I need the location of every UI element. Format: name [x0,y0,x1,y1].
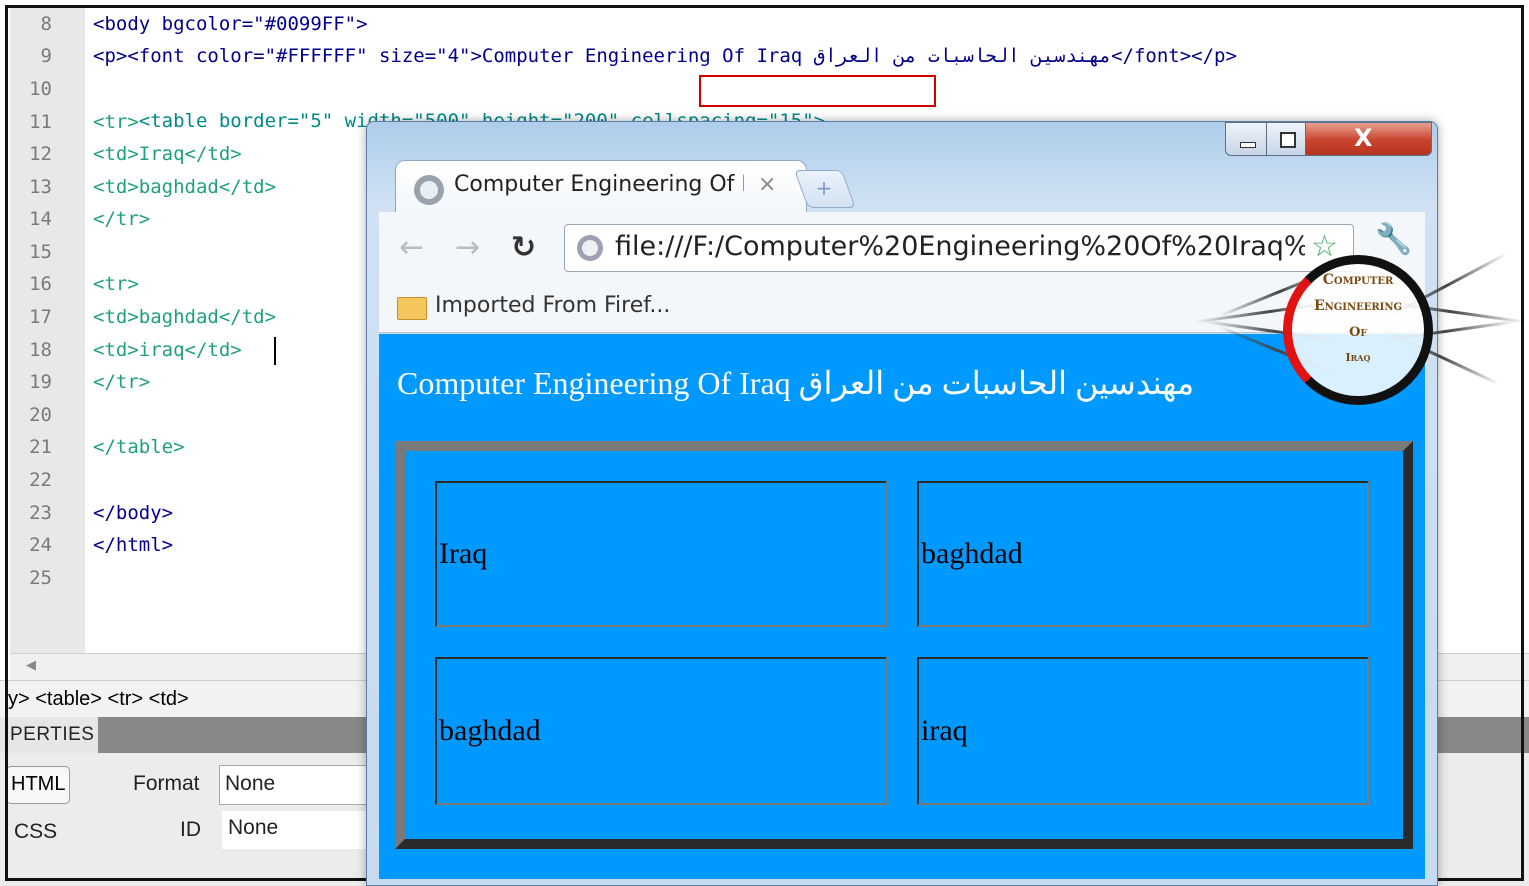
line-number: 20 [29,404,52,426]
table-cell: Iraq [435,481,887,627]
code-line[interactable]: <td>baghdad</td> [93,171,276,203]
reload-icon[interactable]: ↻ [511,230,536,265]
id-label: ID [180,818,201,841]
line-number: 13 [29,176,52,198]
computer-engineering-logo: Computer Engineering Of Iraq [1195,225,1525,405]
line-number: 22 [29,469,52,491]
browser-tab[interactable]: Computer Engineering Of Ir × [395,160,807,214]
code-line[interactable]: <td>Iraq</td> [93,138,242,170]
window-controls: X [1225,122,1433,158]
code-line[interactable]: </tr> [93,203,150,235]
line-number: 15 [29,241,52,263]
close-window-button[interactable]: X [1305,122,1432,156]
globe-icon [414,175,444,205]
folder-icon [397,297,427,320]
logo-text: Of [1349,325,1367,340]
code-line[interactable]: <tr> [93,268,139,300]
bookmark-folder-label[interactable]: Imported From Firef... [435,293,670,318]
close-icon: X [1354,124,1373,152]
code-line[interactable]: </tr> [93,366,150,398]
properties-tab-label: PERTIES [10,724,95,745]
cell-text: baghdad [921,537,1023,570]
page-heading: Computer Engineering Of Iraq مهندسين الح… [397,365,1195,401]
code-line[interactable]: <td>iraq</td> [93,334,242,366]
cell-text: Iraq [439,537,488,570]
scroll-left-icon[interactable]: ◀ [26,658,36,673]
forward-arrow-icon[interactable]: → [455,230,480,265]
code-line[interactable]: <tr> [93,106,139,138]
cell-text: baghdad [439,714,541,747]
line-number: 21 [29,436,52,458]
line-number: 25 [29,567,52,589]
table-cell: iraq [917,657,1369,805]
code-line[interactable]: <td>baghdad</td> [93,301,276,333]
id-select[interactable]: None [222,811,382,849]
line-number: 17 [29,306,52,328]
table-cell: baghdad [435,657,887,805]
page-info-globe-icon [577,235,603,261]
code-line[interactable]: <p><font color="#FFFFFF" size="4">Comput… [93,40,1237,72]
code-line[interactable]: </html> [93,529,173,561]
properties-tab[interactable]: PERTIES [0,717,98,753]
tab-close-icon[interactable]: × [758,172,776,197]
table-cell: baghdad [917,481,1369,627]
highlight-box [699,75,936,107]
line-number: 14 [29,208,52,230]
format-select[interactable]: None [219,765,379,805]
css-button[interactable]: CSS [14,820,57,844]
line-number: 16 [29,273,52,295]
demo-table: Iraq baghdad baghdad iraq [395,441,1413,849]
minimize-button[interactable] [1225,122,1267,156]
line-number: 18 [29,339,52,361]
line-number: 11 [29,111,52,133]
line-number: 24 [29,534,52,556]
line-number: 9 [40,45,52,67]
logo-text: Iraq [1345,351,1371,364]
line-number: 10 [29,78,52,100]
line-number: 12 [29,143,52,165]
logo-text: Computer [1322,272,1394,288]
maximize-icon [1280,132,1296,148]
logo-text: Engineering [1313,298,1403,314]
page-viewport: Computer Engineering Of Iraq مهندسين الح… [379,334,1425,879]
line-number: 19 [29,371,52,393]
back-arrow-icon[interactable]: ← [399,230,424,265]
text-cursor [274,337,276,365]
minimize-icon [1240,142,1256,148]
cell-text: iraq [921,714,968,747]
maximize-button[interactable] [1266,122,1306,156]
code-line[interactable]: </body> [93,497,173,529]
line-number: 23 [29,502,52,524]
html-button[interactable]: HTML [6,766,70,804]
code-line[interactable]: <body bgcolor="#0099FF"> [93,8,368,40]
tag-path[interactable]: y> <table> <tr> <td> [8,688,189,711]
line-number: 8 [40,13,52,35]
tab-title: Computer Engineering Of Ir [454,172,744,197]
code-line[interactable]: </table> [93,431,185,463]
plus-icon: + [815,176,833,200]
format-label: Format [133,772,200,795]
